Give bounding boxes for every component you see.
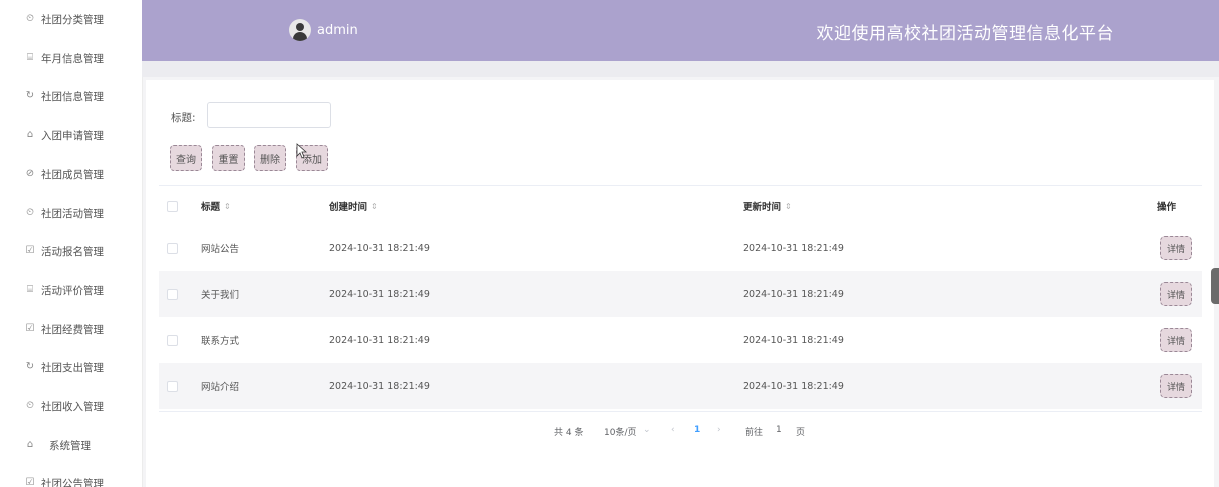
detail-button[interactable]: 详情	[1160, 282, 1192, 306]
cell-updated: 2024-10-31 18:21:49	[743, 380, 844, 392]
table-row: 网站公告 2024-10-31 18:21:49 2024-10-31 18:2…	[159, 225, 1202, 271]
sidebar-item-label: 社团支出管理	[41, 361, 104, 374]
row-checkbox[interactable]	[167, 242, 178, 254]
sidebar-item-activity-review[interactable]: ⌸ 活动评价管理	[0, 279, 142, 301]
clock-icon: ⏲	[26, 400, 34, 411]
gift-icon: ⌸	[27, 52, 33, 63]
search-title-input[interactable]	[207, 102, 331, 128]
sidebar-item-label: 活动评价管理	[41, 284, 104, 297]
sidebar-item-club-notices[interactable]: ☑ 社团公告管理	[0, 472, 142, 487]
column-header-created[interactable]: 创建时间 ⇕	[329, 186, 378, 226]
search-title-label: 标题:	[171, 112, 196, 124]
table-row: 联系方式 2024-10-31 18:21:49 2024-10-31 18:2…	[159, 317, 1202, 363]
pagination: 共 4 条 10条/页 ⌄ ‹ 1 › 前往 1 页	[0, 425, 1219, 439]
sidebar-item-club-category[interactable]: ⏲ 社团分类管理	[0, 8, 142, 30]
header-divider	[142, 61, 1219, 77]
cell-title: 网站公告	[201, 244, 240, 255]
column-header-title[interactable]: 标题 ⇕	[201, 186, 231, 226]
goto-label: 前往	[745, 428, 764, 438]
sort-icon: ⇕	[785, 201, 792, 211]
cell-title: 联系方式	[201, 336, 240, 347]
cell-title: 关于我们	[201, 290, 240, 301]
sidebar-item-label: 社团成员管理	[41, 168, 104, 181]
sort-icon: ⇕	[371, 201, 378, 211]
column-header-actions: 操作	[1157, 202, 1177, 213]
sidebar-item-label: 社团活动管理	[41, 207, 104, 220]
compass-icon: ⊘	[25, 168, 35, 179]
column-header-updated[interactable]: 更新时间 ⇕	[743, 186, 792, 226]
home-icon: ⌂	[26, 439, 34, 450]
sidebar-item-label: 社团分类管理	[41, 13, 104, 26]
table-bottom-border	[159, 411, 1202, 412]
pagination-total: 共 4 条	[554, 428, 584, 438]
cell-created: 2024-10-31 18:21:49	[329, 288, 430, 300]
cell-updated: 2024-10-31 18:21:49	[743, 242, 844, 254]
table-header-row: 标题 ⇕ 创建时间 ⇕ 更新时间 ⇕ 操作	[159, 185, 1202, 226]
sidebar-item-join-application[interactable]: ⌂ 入团申请管理	[0, 124, 142, 146]
sidebar-item-club-income[interactable]: ⏲ 社团收入管理	[0, 395, 142, 417]
sort-icon: ⇕	[224, 201, 231, 211]
sidebar-item-label: 社团公告管理	[41, 477, 104, 487]
scrollbar-handle[interactable]	[1211, 268, 1219, 304]
detail-button[interactable]: 详情	[1160, 328, 1192, 352]
clock-icon: ⏲	[26, 13, 34, 24]
sidebar-item-label: 系统管理	[49, 439, 91, 452]
chevron-down-icon: ⌄	[643, 425, 651, 435]
row-checkbox[interactable]	[167, 380, 178, 392]
sidebar-item-label: 社团收入管理	[41, 400, 104, 413]
calendar-check-icon: ☑	[25, 477, 35, 487]
page-suffix: 页	[796, 428, 806, 438]
calendar-check-icon: ☑	[25, 245, 35, 256]
sidebar-item-label: 社团经费管理	[41, 323, 104, 336]
sidebar-item-club-expenses[interactable]: ↻ 社团支出管理	[0, 356, 142, 378]
top-header: admin 欢迎使用高校社团活动管理信息化平台	[142, 0, 1219, 61]
cell-created: 2024-10-31 18:21:49	[329, 380, 430, 392]
welcome-title: 欢迎使用高校社团活动管理信息化平台	[816, 24, 1114, 44]
next-page-button[interactable]: ›	[717, 425, 721, 435]
row-checkbox[interactable]	[167, 288, 178, 300]
refresh-icon: ↻	[25, 361, 35, 372]
sidebar-item-year-month[interactable]: ⌸ 年月信息管理	[0, 47, 142, 69]
select-all-checkbox[interactable]	[167, 200, 178, 212]
calendar-check-icon: ☑	[25, 323, 35, 334]
gift-icon: ⌸	[27, 284, 33, 295]
detail-button[interactable]: 详情	[1160, 374, 1192, 398]
sidebar-item-club-members[interactable]: ⊘ 社团成员管理	[0, 163, 142, 185]
user-info[interactable]: admin	[289, 19, 358, 41]
reset-button[interactable]: 重置	[212, 145, 245, 171]
page-number-current[interactable]: 1	[694, 425, 700, 435]
sidebar: ⏲ 社团分类管理 ⌸ 年月信息管理 ↻ 社团信息管理 ⌂ 入团申请管理 ⊘ 社团…	[0, 0, 143, 487]
sidebar-item-label: 入团申请管理	[41, 129, 104, 142]
sidebar-item-club-info[interactable]: ↻ 社团信息管理	[0, 85, 142, 107]
sidebar-item-label: 社团信息管理	[41, 90, 104, 103]
table-row: 关于我们 2024-10-31 18:21:49 2024-10-31 18:2…	[159, 271, 1202, 317]
cell-created: 2024-10-31 18:21:49	[329, 334, 430, 346]
sidebar-item-label: 活动报名管理	[41, 245, 104, 258]
delete-button[interactable]: 删除	[254, 145, 286, 171]
sidebar-item-club-funds[interactable]: ☑ 社团经费管理	[0, 318, 142, 340]
sidebar-item-activity-signup[interactable]: ☑ 活动报名管理	[0, 240, 142, 262]
avatar	[289, 19, 311, 41]
sidebar-item-club-activities[interactable]: ⏲ 社团活动管理	[0, 202, 142, 224]
refresh-icon: ↻	[25, 90, 35, 101]
username: admin	[317, 22, 358, 38]
cell-updated: 2024-10-31 18:21:49	[743, 334, 844, 346]
detail-button[interactable]: 详情	[1160, 236, 1192, 260]
sidebar-item-label: 年月信息管理	[41, 52, 104, 65]
cell-created: 2024-10-31 18:21:49	[329, 242, 430, 254]
prev-page-button[interactable]: ‹	[671, 425, 675, 435]
cell-updated: 2024-10-31 18:21:49	[743, 288, 844, 300]
row-checkbox[interactable]	[167, 334, 178, 346]
mouse-cursor-icon	[296, 143, 308, 159]
goto-page-input[interactable]: 1	[776, 425, 782, 435]
query-button[interactable]: 查询	[170, 145, 202, 171]
table-row: 网站介绍 2024-10-31 18:21:49 2024-10-31 18:2…	[159, 363, 1202, 409]
clock-icon: ⏲	[26, 207, 34, 218]
home-icon: ⌂	[26, 129, 34, 140]
page-size-select[interactable]: 10条/页	[604, 425, 637, 438]
cell-title: 网站介绍	[201, 382, 240, 393]
